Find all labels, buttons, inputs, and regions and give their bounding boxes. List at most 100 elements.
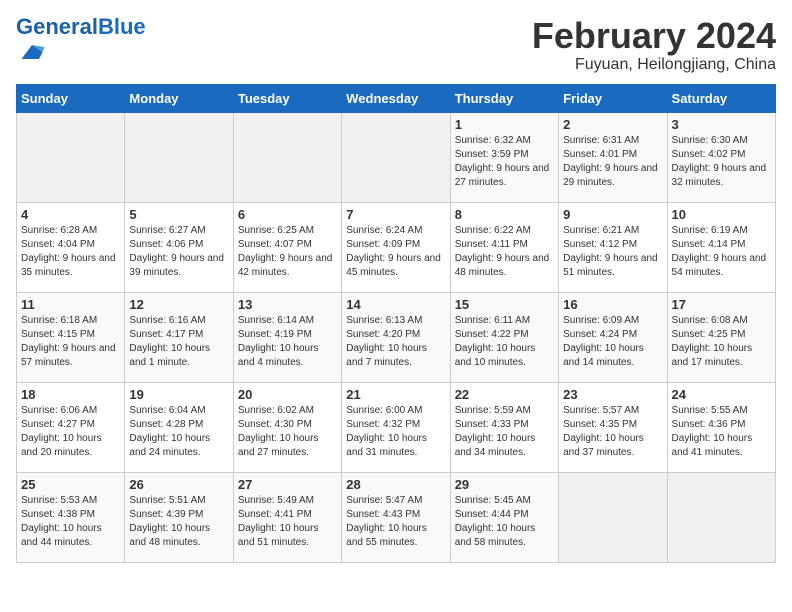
day-info: Sunrise: 6:13 AM Sunset: 4:20 PM Dayligh… xyxy=(346,314,445,370)
calendar-cell: 11 Sunrise: 6:18 AM Sunset: 4:15 PM Dayli… xyxy=(17,292,125,382)
day-number: 27 xyxy=(238,477,337,492)
calendar-cell: 29 Sunrise: 5:45 AM Sunset: 4:44 PM Dayli… xyxy=(450,472,558,562)
day-info: Sunrise: 6:09 AM Sunset: 4:24 PM Dayligh… xyxy=(563,314,662,370)
day-number: 21 xyxy=(346,387,445,402)
page-header: GeneralBlue February 2024 Fuyuan, Heilon… xyxy=(16,16,776,74)
day-info: Sunrise: 5:45 AM Sunset: 4:44 PM Dayligh… xyxy=(455,494,554,550)
calendar-cell: 14 Sunrise: 6:13 AM Sunset: 4:20 PM Dayli… xyxy=(342,292,450,382)
calendar-cell: 10 Sunrise: 6:19 AM Sunset: 4:14 PM Dayli… xyxy=(667,202,775,292)
day-info: Sunrise: 6:30 AM Sunset: 4:02 PM Dayligh… xyxy=(672,134,771,190)
logo-text: GeneralBlue xyxy=(16,16,146,38)
calendar-cell: 1Sunrise: 6:32 AM Sunset: 3:59 PM Daylig… xyxy=(450,112,558,202)
calendar-cell: 18Sunrise: 6:06 AM Sunset: 4:27 PM Dayli… xyxy=(17,382,125,472)
logo: GeneralBlue xyxy=(16,16,146,71)
day-info: Sunrise: 6:08 AM Sunset: 4:25 PM Dayligh… xyxy=(672,314,771,370)
day-info: Sunrise: 5:59 AM Sunset: 4:33 PM Dayligh… xyxy=(455,404,554,460)
day-number: 7 xyxy=(346,207,445,222)
day-info: Sunrise: 6:04 AM Sunset: 4:28 PM Dayligh… xyxy=(129,404,228,460)
logo-blue: Blue xyxy=(98,14,146,39)
calendar-cell: 2 Sunrise: 6:31 AM Sunset: 4:01 PM Daylig… xyxy=(559,112,667,202)
day-info: Sunrise: 5:49 AM Sunset: 4:41 PM Dayligh… xyxy=(238,494,337,550)
calendar-cell: 15 Sunrise: 6:11 AM Sunset: 4:22 PM Dayli… xyxy=(450,292,558,382)
day-info: Sunrise: 6:21 AM Sunset: 4:12 PM Dayligh… xyxy=(563,224,662,280)
day-number: 23 xyxy=(563,387,662,402)
calendar-cell: 21 Sunrise: 6:00 AM Sunset: 4:32 PM Dayli… xyxy=(342,382,450,472)
day-number: 29 xyxy=(455,477,554,492)
day-number: 11 xyxy=(21,297,120,312)
day-of-week-header: Sunday xyxy=(17,84,125,112)
calendar-table: SundayMondayTuesdayWednesdayThursdayFrid… xyxy=(16,84,776,563)
day-info: Sunrise: 6:27 AM Sunset: 4:06 PM Dayligh… xyxy=(129,224,228,280)
title-block: February 2024 Fuyuan, Heilongjiang, Chin… xyxy=(532,16,776,74)
calendar-cell: 8 Sunrise: 6:22 AM Sunset: 4:11 PM Daylig… xyxy=(450,202,558,292)
calendar-cell xyxy=(233,112,341,202)
day-number: 8 xyxy=(455,207,554,222)
day-number: 15 xyxy=(455,297,554,312)
day-info: Sunrise: 6:16 AM Sunset: 4:17 PM Dayligh… xyxy=(129,314,228,370)
calendar-cell: 9 Sunrise: 6:21 AM Sunset: 4:12 PM Daylig… xyxy=(559,202,667,292)
day-info: Sunrise: 6:18 AM Sunset: 4:15 PM Dayligh… xyxy=(21,314,120,370)
day-number: 2 xyxy=(563,117,662,132)
calendar-week-row: 1Sunrise: 6:32 AM Sunset: 3:59 PM Daylig… xyxy=(17,112,776,202)
day-number: 9 xyxy=(563,207,662,222)
calendar-cell xyxy=(17,112,125,202)
calendar-week-row: 25 Sunrise: 5:53 AM Sunset: 4:38 PM Dayli… xyxy=(17,472,776,562)
day-number: 26 xyxy=(129,477,228,492)
day-info: Sunrise: 5:47 AM Sunset: 4:43 PM Dayligh… xyxy=(346,494,445,550)
calendar-week-row: 4 Sunrise: 6:28 AM Sunset: 4:04 PM Daylig… xyxy=(17,202,776,292)
calendar-cell xyxy=(559,472,667,562)
day-info: Sunrise: 5:51 AM Sunset: 4:39 PM Dayligh… xyxy=(129,494,228,550)
day-info: Sunrise: 6:02 AM Sunset: 4:30 PM Dayligh… xyxy=(238,404,337,460)
day-of-week-header: Wednesday xyxy=(342,84,450,112)
calendar-cell: 20Sunrise: 6:02 AM Sunset: 4:30 PM Dayli… xyxy=(233,382,341,472)
calendar-cell: 17 Sunrise: 6:08 AM Sunset: 4:25 PM Dayli… xyxy=(667,292,775,382)
calendar-cell: 27 Sunrise: 5:49 AM Sunset: 4:41 PM Dayli… xyxy=(233,472,341,562)
day-info: Sunrise: 6:31 AM Sunset: 4:01 PM Dayligh… xyxy=(563,134,662,190)
day-number: 22 xyxy=(455,387,554,402)
day-info: Sunrise: 6:00 AM Sunset: 4:32 PM Dayligh… xyxy=(346,404,445,460)
day-number: 10 xyxy=(672,207,771,222)
day-number: 6 xyxy=(238,207,337,222)
calendar-cell xyxy=(342,112,450,202)
calendar-cell: 4 Sunrise: 6:28 AM Sunset: 4:04 PM Daylig… xyxy=(17,202,125,292)
day-info: Sunrise: 5:55 AM Sunset: 4:36 PM Dayligh… xyxy=(672,404,771,460)
location-title: Fuyuan, Heilongjiang, China xyxy=(532,56,776,74)
day-number: 12 xyxy=(129,297,228,312)
calendar-cell: 23 Sunrise: 5:57 AM Sunset: 4:35 PM Dayli… xyxy=(559,382,667,472)
day-number: 19 xyxy=(129,387,228,402)
calendar-week-row: 18Sunrise: 6:06 AM Sunset: 4:27 PM Dayli… xyxy=(17,382,776,472)
day-number: 14 xyxy=(346,297,445,312)
month-title: February 2024 xyxy=(532,16,776,56)
day-info: Sunrise: 5:57 AM Sunset: 4:35 PM Dayligh… xyxy=(563,404,662,460)
calendar-cell: 25 Sunrise: 5:53 AM Sunset: 4:38 PM Dayli… xyxy=(17,472,125,562)
calendar-cell: 13Sunrise: 6:14 AM Sunset: 4:19 PM Dayli… xyxy=(233,292,341,382)
day-number: 28 xyxy=(346,477,445,492)
calendar-cell: 3 Sunrise: 6:30 AM Sunset: 4:02 PM Daylig… xyxy=(667,112,775,202)
day-number: 16 xyxy=(563,297,662,312)
calendar-cell: 22 Sunrise: 5:59 AM Sunset: 4:33 PM Dayli… xyxy=(450,382,558,472)
calendar-cell: 6Sunrise: 6:25 AM Sunset: 4:07 PM Daylig… xyxy=(233,202,341,292)
day-number: 17 xyxy=(672,297,771,312)
logo-general: General xyxy=(16,14,98,39)
day-info: Sunrise: 6:19 AM Sunset: 4:14 PM Dayligh… xyxy=(672,224,771,280)
day-of-week-header: Monday xyxy=(125,84,233,112)
day-info: Sunrise: 6:11 AM Sunset: 4:22 PM Dayligh… xyxy=(455,314,554,370)
day-number: 4 xyxy=(21,207,120,222)
day-number: 3 xyxy=(672,117,771,132)
calendar-cell xyxy=(125,112,233,202)
day-info: Sunrise: 6:28 AM Sunset: 4:04 PM Dayligh… xyxy=(21,224,120,280)
day-number: 1 xyxy=(455,117,554,132)
logo-icon xyxy=(18,38,46,66)
day-number: 24 xyxy=(672,387,771,402)
day-info: Sunrise: 6:24 AM Sunset: 4:09 PM Dayligh… xyxy=(346,224,445,280)
calendar-cell: 5 Sunrise: 6:27 AM Sunset: 4:06 PM Daylig… xyxy=(125,202,233,292)
day-info: Sunrise: 6:22 AM Sunset: 4:11 PM Dayligh… xyxy=(455,224,554,280)
calendar-cell: 26 Sunrise: 5:51 AM Sunset: 4:39 PM Dayli… xyxy=(125,472,233,562)
day-of-week-header: Friday xyxy=(559,84,667,112)
day-of-week-header: Thursday xyxy=(450,84,558,112)
day-number: 25 xyxy=(21,477,120,492)
day-of-week-header: Tuesday xyxy=(233,84,341,112)
day-number: 5 xyxy=(129,207,228,222)
day-info: Sunrise: 5:53 AM Sunset: 4:38 PM Dayligh… xyxy=(21,494,120,550)
day-info: Sunrise: 6:14 AM Sunset: 4:19 PM Dayligh… xyxy=(238,314,337,370)
